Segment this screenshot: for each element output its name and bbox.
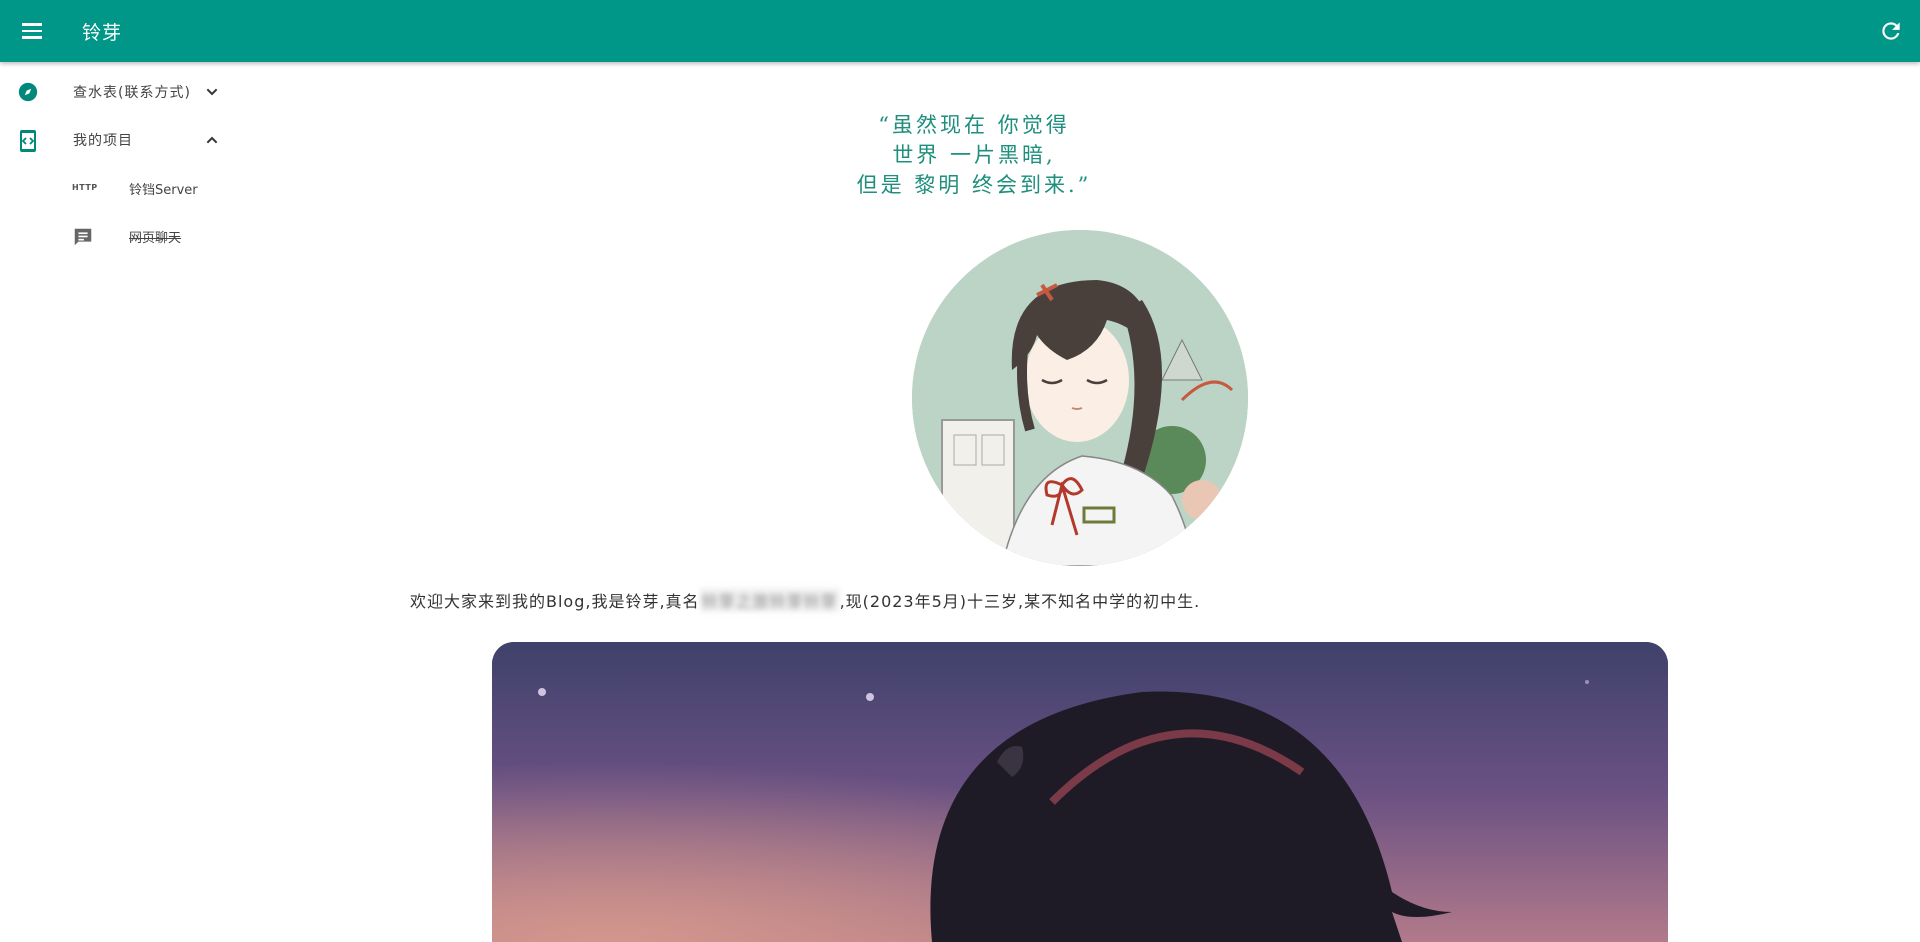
chevron-down-icon[interactable] bbox=[204, 84, 220, 100]
sidebar-subitem-label: 网页聊天 bbox=[129, 231, 182, 246]
app-bar: 铃芽 bbox=[0, 0, 1920, 62]
sidebar-item-label: 查水表(联系方式) bbox=[73, 85, 191, 101]
refresh-icon[interactable] bbox=[1878, 18, 1904, 44]
quote-line: 世界 一片黑暗, bbox=[892, 143, 1056, 167]
intro-text: 欢迎大家来到我的Blog,我是铃芽,真名 铃芽之旅铃芽铃芽 ,现(2023年5月)十… bbox=[410, 588, 1200, 612]
quote: “虽然现在 你觉得 世界 一片黑暗, 但是 黎明 终会到来.” bbox=[240, 110, 1920, 200]
sidebar-subitem-chat[interactable]: 网页聊天 bbox=[0, 214, 240, 258]
quote-line: 但是 黎明 终会到来.” bbox=[856, 173, 1092, 197]
intro-after: ,现(2023年5月)十三岁,某不知名中学的初中生. bbox=[839, 592, 1201, 611]
app-title: 铃芽 bbox=[82, 22, 123, 44]
quote-line: “虽然现在 你觉得 bbox=[878, 113, 1070, 137]
hero-image bbox=[492, 642, 1668, 942]
avatar bbox=[912, 230, 1248, 566]
compass-icon bbox=[17, 81, 39, 103]
sidebar-item-contact[interactable]: 查水表(联系方式) bbox=[0, 70, 240, 114]
menu-icon[interactable] bbox=[18, 17, 46, 45]
main-content: “虽然现在 你觉得 世界 一片黑暗, 但是 黎明 终会到来.” 欢迎大家来到我的… bbox=[240, 62, 1920, 942]
chat-icon bbox=[72, 226, 96, 248]
redacted-name: 铃芽之旅铃芽铃芽 bbox=[699, 588, 840, 612]
intro-before: 欢迎大家来到我的Blog,我是铃芽,真名 bbox=[410, 592, 700, 611]
